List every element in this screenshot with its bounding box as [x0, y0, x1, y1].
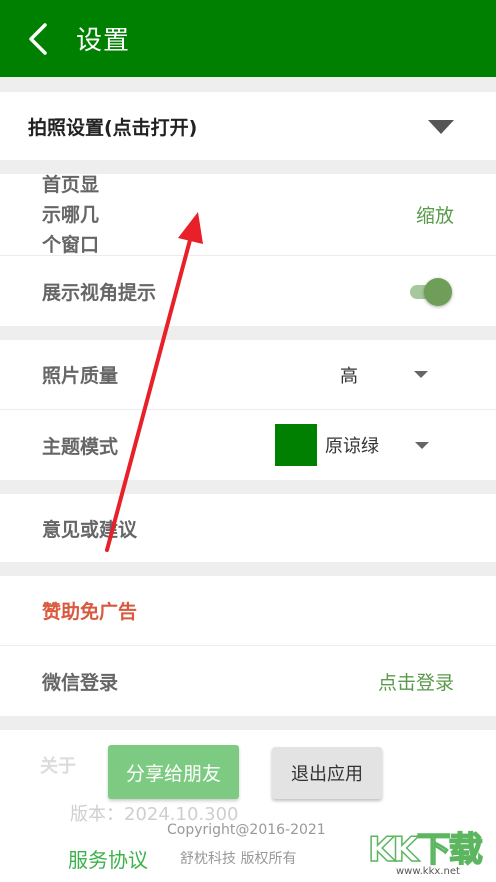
annotation-arrow-icon — [105, 212, 203, 552]
